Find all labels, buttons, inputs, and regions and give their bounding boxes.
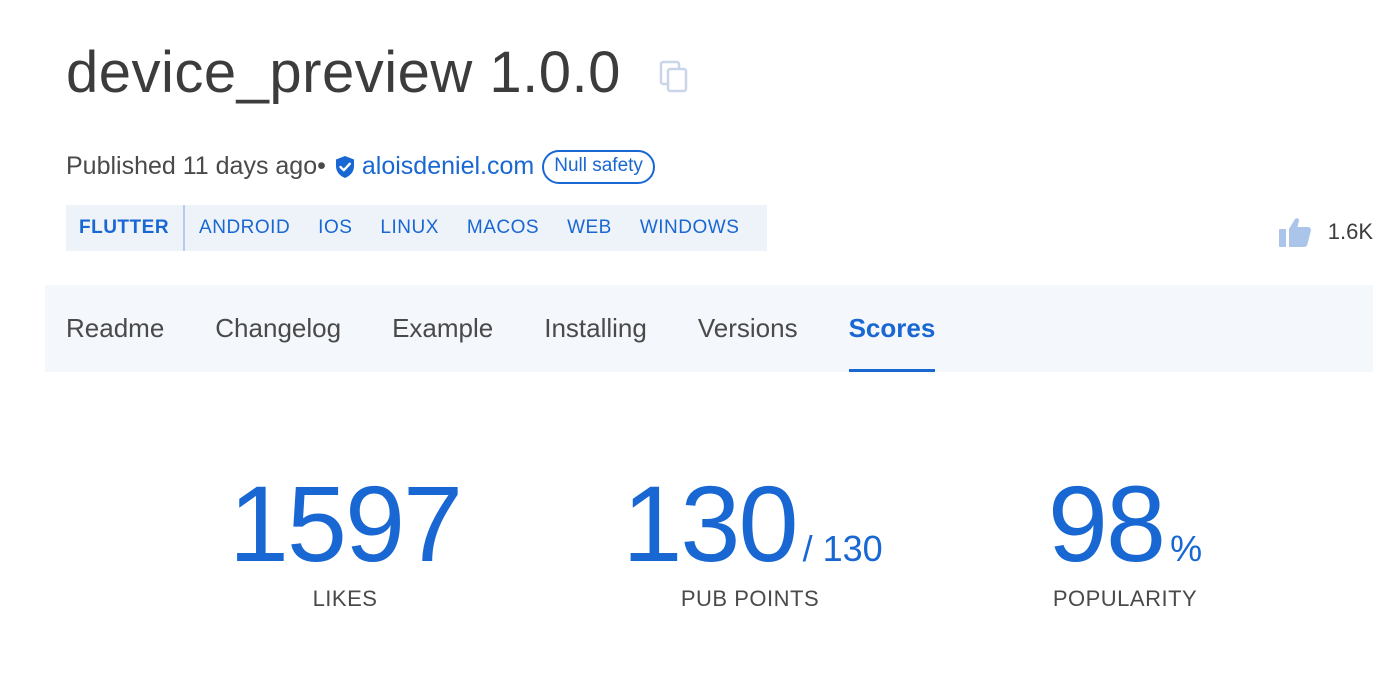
like-count: 1.6K xyxy=(1327,219,1373,244)
package-title: device_preview 1.0.0 xyxy=(66,40,621,105)
pub-points-label: PUB POINTS xyxy=(680,586,820,611)
popularity-value: 98 xyxy=(1047,463,1166,584)
title-row: device_preview 1.0.0 xyxy=(66,44,689,102)
pub-points-max: / 130 xyxy=(802,528,883,569)
package-page: device_preview 1.0.0 Published 11 days a… xyxy=(0,0,1400,691)
likes-value: 1597 xyxy=(228,463,463,584)
thumb-up-icon[interactable] xyxy=(1278,216,1312,248)
tab-scores[interactable]: Scores xyxy=(848,285,935,372)
tab-readme[interactable]: Readme xyxy=(66,285,164,372)
copy-icon[interactable] xyxy=(659,60,689,94)
platform-tag-web[interactable]: WEB xyxy=(567,217,612,239)
platform-tag-macos[interactable]: MACOS xyxy=(467,217,539,239)
published-date: Published 11 days ago xyxy=(66,152,318,181)
like-widget: 1.6K xyxy=(1278,216,1373,248)
popularity-score: 98 % POPULARITY xyxy=(1000,470,1250,612)
tab-changelog[interactable]: Changelog xyxy=(215,285,341,372)
publisher-link[interactable]: aloisdeniel.com xyxy=(362,152,534,181)
platform-tag-linux[interactable]: LINUX xyxy=(380,217,438,239)
popularity-label: POPULARITY xyxy=(1052,586,1198,611)
detail-tabs: Readme Changelog Example Installing Vers… xyxy=(45,285,1373,372)
verified-publisher-icon xyxy=(334,155,356,179)
tab-versions[interactable]: Versions xyxy=(698,285,798,372)
platform-tags: FLUTTER ANDROID IOS LINUX MACOS WEB WIND… xyxy=(66,205,768,251)
platform-tag-android[interactable]: ANDROID xyxy=(199,217,290,239)
pub-points-score: 130 / 130 PUB POINTS xyxy=(600,470,905,612)
score-summary: 1597 LIKES 130 / 130 PUB POINTS 98 % POP… xyxy=(0,470,1400,630)
platform-tag-ios[interactable]: IOS xyxy=(318,217,352,239)
tab-example[interactable]: Example xyxy=(392,285,493,372)
meta-separator: • xyxy=(317,152,326,181)
likes-label: LIKES xyxy=(312,586,378,611)
package-meta: Published 11 days ago • aloisdeniel.com … xyxy=(66,150,655,184)
pub-points-value: 130 xyxy=(622,463,798,584)
sdk-tag-flutter[interactable]: FLUTTER xyxy=(66,205,186,251)
popularity-unit: % xyxy=(1170,528,1203,569)
null-safety-badge[interactable]: Null safety xyxy=(542,150,655,184)
tab-installing[interactable]: Installing xyxy=(544,285,647,372)
platform-tag-windows[interactable]: WINDOWS xyxy=(640,217,740,239)
likes-score: 1597 LIKES xyxy=(195,470,495,612)
